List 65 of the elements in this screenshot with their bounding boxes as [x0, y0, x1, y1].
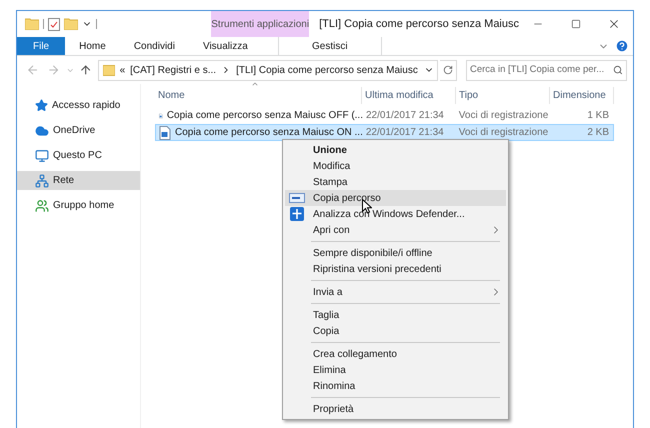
sidebar-item[interactable]: Questo PC [17, 146, 140, 165]
menu-item[interactable]: Stampa [285, 174, 506, 190]
menu-item[interactable]: Modifica [285, 158, 506, 174]
column-header[interactable]: Dimensione [550, 87, 614, 104]
ribbon-tab[interactable]: Condividi [120, 37, 189, 55]
menu-item[interactable]: Sempre disponibile/i offline [285, 245, 506, 261]
help-icon[interactable] [615, 39, 629, 53]
maximize-icon [571, 19, 581, 29]
search-field[interactable]: Cerca in [TLI] Copia come per... [466, 60, 627, 80]
menu-item[interactable]: Taglia [285, 307, 506, 323]
address-bar[interactable]: « [CAT] Registri e s... [TLI] Copia come percorso senza Maiusc [98, 60, 438, 80]
folder-icon[interactable] [25, 18, 39, 30]
up-icon[interactable] [79, 63, 93, 77]
column-header[interactable]: Nome [155, 87, 362, 104]
properties-icon[interactable] [48, 18, 60, 30]
menu-item[interactable]: Invia a [285, 284, 506, 300]
monitor-icon [35, 148, 49, 162]
ribbon-tab[interactable]: File [17, 37, 66, 55]
sort-ascending-icon[interactable] [250, 80, 260, 88]
breadcrumb[interactable]: [CAT] Registri e s... [130, 62, 216, 78]
sidebar-item[interactable]: Rete [17, 171, 140, 190]
file-name: Copia come percorso senza Maiusc OFF (... [166, 109, 363, 123]
overflow-chevrons[interactable]: « [120, 62, 126, 78]
column-header[interactable]: Tipo [456, 87, 550, 104]
menu-item[interactable]: Proprietà [285, 401, 506, 417]
sidebar-item[interactable]: Accesso rapido [17, 96, 140, 115]
ribbon-tab[interactable]: Visualizza [188, 37, 262, 55]
shield-icon [290, 207, 304, 221]
path-icon [289, 193, 305, 203]
menu-item[interactable]: Rinomina [285, 378, 506, 394]
network-icon [35, 174, 49, 188]
search-icon [613, 65, 623, 75]
sidebar-item[interactable]: OneDrive [17, 121, 140, 140]
menu-item[interactable]: Elimina [285, 362, 506, 378]
folder-icon [102, 64, 115, 76]
ribbon-tab[interactable]: Home [65, 37, 120, 55]
table-cell-text: 2 KB [586, 126, 610, 140]
table-cell-text: 22/01/2017 21:34 [365, 109, 445, 123]
menu-item[interactable]: Unione [285, 142, 506, 158]
breadcrumb[interactable]: [TLI] Copia come percorso senza Maiusc [236, 62, 418, 78]
refresh-icon [442, 65, 453, 75]
sidebar-item[interactable]: Gruppo home [17, 196, 140, 215]
menu-item[interactable]: Copia [285, 323, 506, 339]
refresh-button[interactable] [440, 60, 457, 80]
table-cell-text: 22/01/2017 21:34 [364, 126, 445, 140]
table-cell-text: Voci di registrazione [458, 126, 550, 140]
back-icon[interactable] [26, 63, 40, 77]
file-row[interactable]: Copia come percorso senza Maiusc OFF (... 22/01/2017 21:34 Voci di registrazione 1 KB [155, 107, 614, 124]
people-icon [35, 198, 49, 212]
contextual-tab-group: Strumenti applicazioni [211, 11, 310, 37]
column-header[interactable]: Ultima modifica [362, 87, 456, 104]
forward-icon[interactable] [47, 63, 61, 77]
cloud-icon [35, 124, 49, 138]
window-title: [TLI] Copia come percorso senza Maiusc [319, 16, 519, 32]
table-cell-text: Voci di registrazione [458, 109, 550, 123]
ribbon-tab[interactable]: Gestisci [278, 37, 382, 55]
menu-item[interactable]: Crea collegamento [285, 346, 506, 362]
document-icon [159, 126, 171, 140]
menu-item[interactable]: Apri con [285, 222, 506, 238]
menu-item[interactable]: Copia percorso [285, 190, 506, 206]
menu-item[interactable]: Ripristina versioni precedenti [285, 261, 506, 277]
file-row[interactable]: Copia come percorso senza Maiusc ON ... 22/01/2017 21:34 Voci di registrazione 2 KB [155, 124, 614, 141]
table-cell-text: 1 KB [586, 109, 610, 123]
file-name: Copia come percorso senza Maiusc ON ... [175, 126, 363, 140]
star-icon [35, 99, 48, 112]
